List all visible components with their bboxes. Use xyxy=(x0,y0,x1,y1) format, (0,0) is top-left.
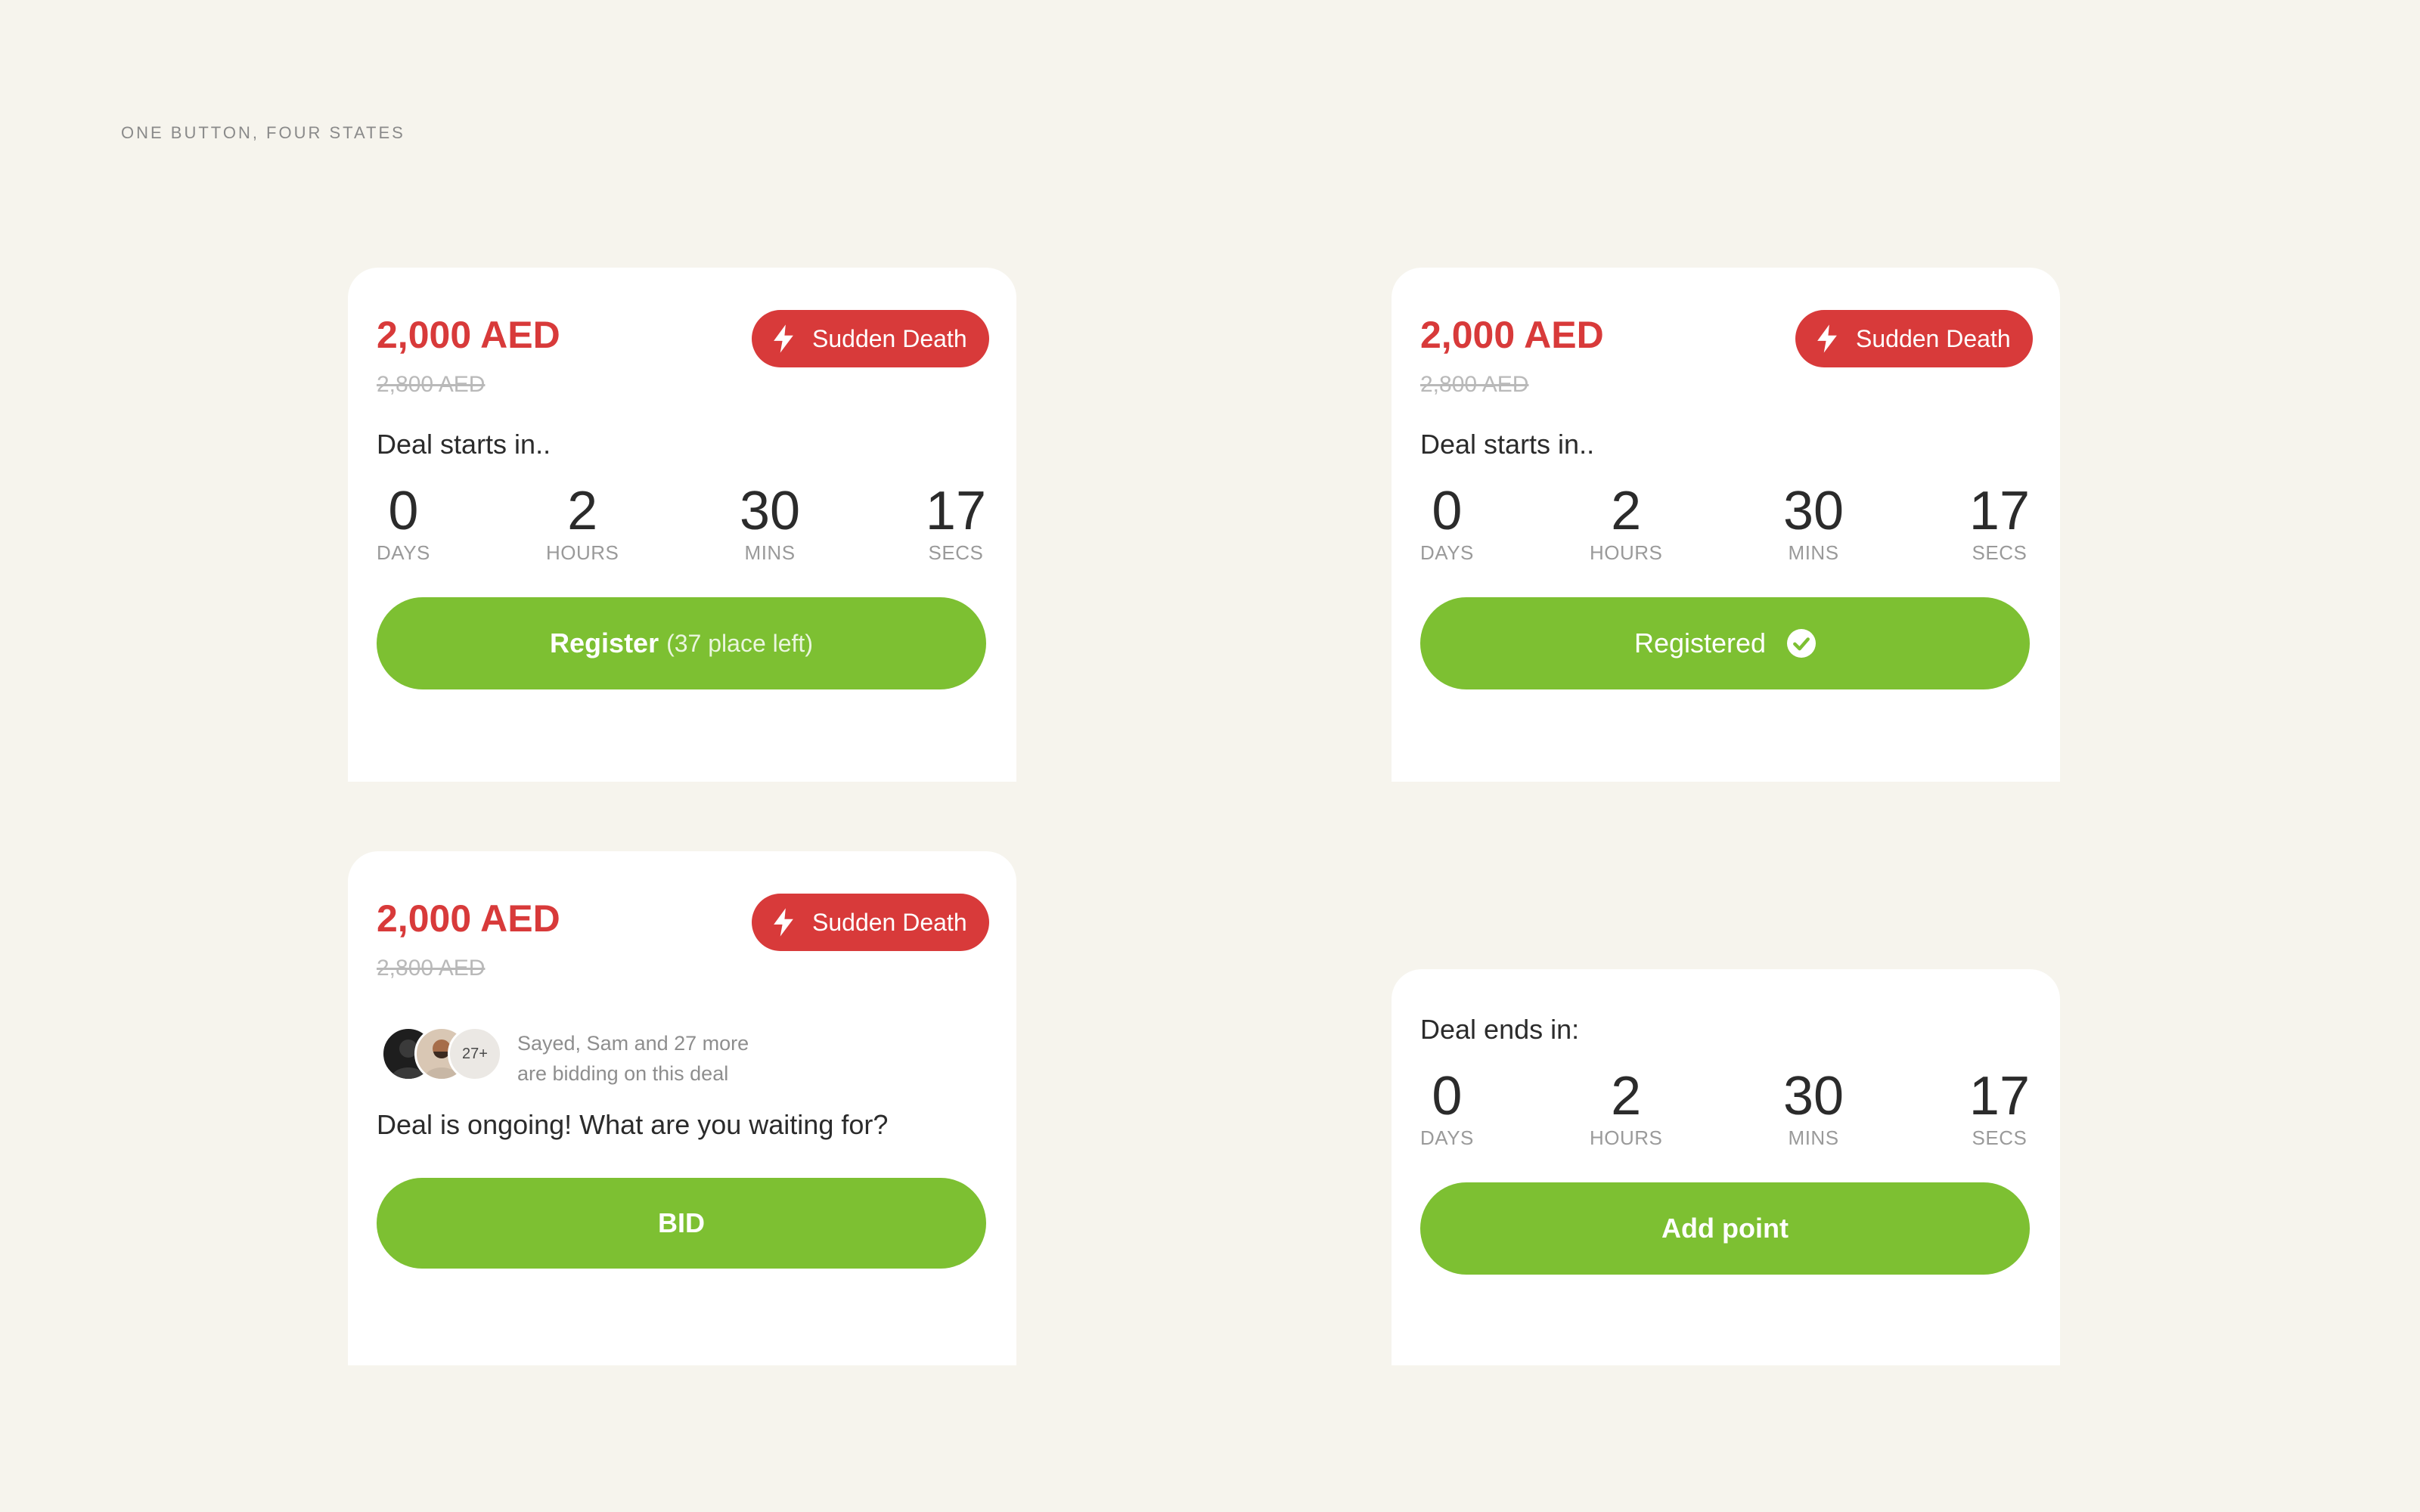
badge-label: Sudden Death xyxy=(1856,324,2011,352)
add-point-button[interactable]: Add point xyxy=(1420,1182,2030,1275)
countdown-label: MINS xyxy=(744,541,796,564)
countdown-value: 17 xyxy=(1969,1066,2030,1126)
countdown-secs: 17 SECS xyxy=(926,484,986,562)
deal-status-text: Deal is ongoing! What are you waiting fo… xyxy=(377,1109,889,1140)
bidders-text: Sayed, Sam and 27 more are bidding on th… xyxy=(517,1028,749,1089)
countdown-value: 30 xyxy=(1783,481,1844,541)
countdown-value: 0 xyxy=(1432,481,1463,541)
sudden-death-badge: Sudden Death xyxy=(752,310,989,367)
section-title: ONE BUTTON, FOUR STATES xyxy=(121,123,405,142)
deal-status-text: Deal ends in: xyxy=(1420,1014,1580,1045)
countdown-label: DAYS xyxy=(1420,1126,1474,1149)
countdown-mins: 30 MINS xyxy=(1783,484,1844,562)
badge-label: Sudden Death xyxy=(812,324,967,352)
countdown-timer: 0 DAYS 2 HOURS 30 MINS 17 SECS xyxy=(377,484,986,567)
badge-label: Sudden Death xyxy=(812,908,967,936)
countdown-label: MINS xyxy=(1788,1126,1839,1149)
countdown-value: 2 xyxy=(1611,481,1642,541)
countdown-label: DAYS xyxy=(377,541,430,564)
bidders-line-1: Sayed, Sam and 27 more xyxy=(517,1032,749,1055)
countdown-value: 2 xyxy=(567,481,598,541)
sudden-death-badge: Sudden Death xyxy=(752,894,989,951)
bidders-line-2: are bidding on this deal xyxy=(517,1062,729,1085)
deal-status-text: Deal starts in.. xyxy=(1420,429,1595,460)
deal-old-price: 2,800 AED xyxy=(1420,372,1529,397)
countdown-label: HOURS xyxy=(1590,541,1663,564)
deal-price: 2,000 AED xyxy=(1420,314,1604,356)
countdown-label: HOURS xyxy=(1590,1126,1663,1149)
bidders-row: 27+ Sayed, Sam and 27 more are bidding o… xyxy=(381,1022,986,1086)
avatar-more-count[interactable]: 27+ xyxy=(448,1027,502,1081)
countdown-label: SECS xyxy=(1972,1126,2028,1149)
sudden-death-badge: Sudden Death xyxy=(1795,310,2033,367)
countdown-secs: 17 SECS xyxy=(1969,1069,2030,1148)
countdown-value: 0 xyxy=(1432,1066,1463,1126)
countdown-hours: 2 HOURS xyxy=(1590,484,1662,562)
countdown-hours: 2 HOURS xyxy=(546,484,619,562)
countdown-mins: 30 MINS xyxy=(1783,1069,1844,1148)
deal-old-price: 2,800 AED xyxy=(377,956,486,981)
deal-price: 2,000 AED xyxy=(377,314,560,356)
countdown-secs: 17 SECS xyxy=(1969,484,2030,562)
lightning-bolt-icon xyxy=(774,908,793,937)
button-label: Registered xyxy=(1634,627,1767,658)
bid-button[interactable]: BID xyxy=(377,1178,986,1269)
countdown-label: SECS xyxy=(1972,541,2028,564)
countdown-label: HOURS xyxy=(546,541,619,564)
countdown-value: 2 xyxy=(1611,1066,1642,1126)
countdown-days: 0 DAYS xyxy=(1420,1069,1474,1148)
button-label: Register xyxy=(550,627,659,658)
deal-card-add-point: Deal ends in: 0 DAYS 2 HOURS 30 MINS 17 … xyxy=(1392,969,2060,1365)
countdown-days: 0 DAYS xyxy=(1420,484,1474,562)
countdown-value: 30 xyxy=(740,481,801,541)
deal-card-bid: 2,000 AED 2,800 AED Sudden Death 27+ Say… xyxy=(348,851,1016,1365)
deal-price: 2,000 AED xyxy=(377,897,560,940)
countdown-timer: 0 DAYS 2 HOURS 30 MINS 17 SECS xyxy=(1420,1069,2030,1152)
deal-status-text: Deal starts in.. xyxy=(377,429,551,460)
countdown-value: 0 xyxy=(388,481,419,541)
countdown-hours: 2 HOURS xyxy=(1590,1069,1662,1148)
check-circle-icon xyxy=(1787,629,1817,658)
countdown-value: 17 xyxy=(1969,481,2030,541)
countdown-days: 0 DAYS xyxy=(377,484,430,562)
countdown-label: DAYS xyxy=(1420,541,1474,564)
deal-old-price: 2,800 AED xyxy=(377,372,486,397)
countdown-label: SECS xyxy=(928,541,984,564)
countdown-label: MINS xyxy=(1788,541,1839,564)
countdown-timer: 0 DAYS 2 HOURS 30 MINS 17 SECS xyxy=(1420,484,2030,567)
lightning-bolt-icon xyxy=(774,324,793,353)
deal-card-registered: 2,000 AED 2,800 AED Sudden Death Deal st… xyxy=(1392,268,2060,782)
button-sublabel: (37 place left) xyxy=(666,629,813,657)
deal-card-register: 2,000 AED 2,800 AED Sudden Death Deal st… xyxy=(348,268,1016,782)
countdown-value: 17 xyxy=(925,481,986,541)
countdown-mins: 30 MINS xyxy=(740,484,800,562)
registered-button[interactable]: Registered xyxy=(1420,597,2030,689)
lightning-bolt-icon xyxy=(1817,324,1837,353)
register-button[interactable]: Register (37 place left) xyxy=(377,597,986,689)
countdown-value: 30 xyxy=(1783,1066,1844,1126)
button-label: BID xyxy=(658,1207,705,1238)
button-label: Add point xyxy=(1661,1213,1789,1244)
